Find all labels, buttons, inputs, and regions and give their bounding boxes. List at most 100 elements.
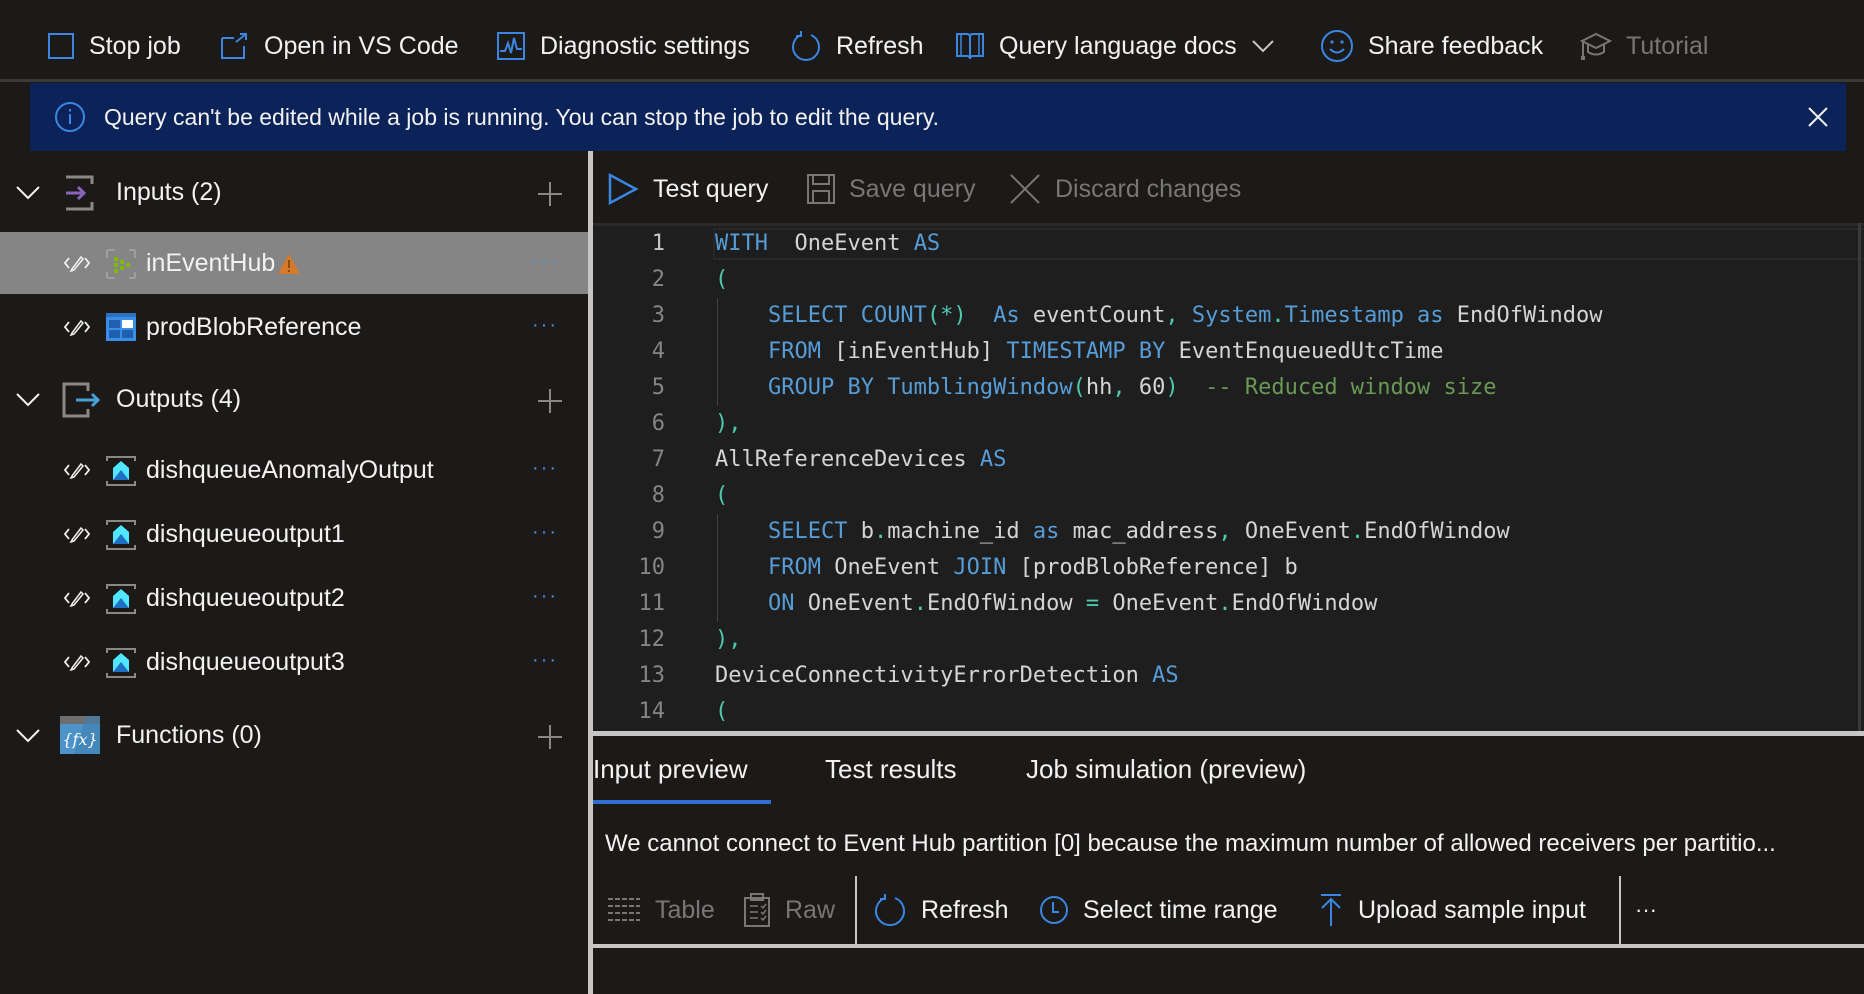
discard-x-icon <box>1010 174 1040 204</box>
more-options-button[interactable]: ··· <box>532 457 558 480</box>
input-name-text: inEventHub <box>146 249 276 277</box>
code-line[interactable]: 5 GROUP BY TumblingWindow(hh, 60) -- Red… <box>593 370 1864 406</box>
close-icon[interactable] <box>1804 103 1832 131</box>
code-text: AllReferenceDevices AS <box>715 447 1007 472</box>
save-query-button[interactable]: Save query <box>807 169 975 209</box>
more-options-button[interactable]: ··· <box>532 585 558 608</box>
code-line[interactable]: 1 WITH OneEvent AS <box>593 226 1864 262</box>
output-item[interactable]: dishqueueoutput1 ··· <box>0 503 588 565</box>
save-icon <box>807 174 835 204</box>
share-feedback-button[interactable]: Share feedback <box>1320 26 1543 66</box>
code-line[interactable]: 2( <box>593 262 1864 298</box>
chevron-down-icon[interactable] <box>14 179 42 207</box>
command-bar: Stop job Open in VS Code Diagnostic sett… <box>0 0 1864 82</box>
outputs-icon <box>62 382 101 418</box>
functions-group-header[interactable]: {fx} Functions (0) <box>0 708 588 764</box>
code-line[interactable]: 12), <box>593 622 1864 658</box>
stop-job-label: Stop job <box>89 31 181 60</box>
smiley-icon <box>1321 30 1353 62</box>
warning-icon[interactable] <box>277 253 301 275</box>
select-time-range-button[interactable]: Select time range <box>1039 890 1278 930</box>
code-text: ON OneEvent.EndOfWindow = OneEvent.EndOf… <box>767 591 1378 616</box>
line-number: 8 <box>651 483 665 508</box>
query-editor[interactable]: 1 WITH OneEvent AS 2(3 SELECT COUNT(*) As … <box>593 223 1864 731</box>
inputs-group-header[interactable]: Inputs (2) <box>0 165 588 221</box>
table-icon <box>608 898 640 921</box>
code-line[interactable]: 6), <box>593 406 1864 442</box>
tab-job-simulation[interactable]: Job simulation (preview) <box>1026 754 1306 785</box>
line-number: 4 <box>651 339 665 364</box>
code-line[interactable]: 13 DeviceConnectivityErrorDetection AS <box>593 658 1864 694</box>
upload-sample-input-button[interactable]: Upload sample input <box>1318 890 1586 930</box>
code-line[interactable]: 3 SELECT COUNT(*) As eventCount, System.… <box>593 298 1864 334</box>
book-icon <box>956 33 984 60</box>
results-tabs: Input preview Test results Job simulatio… <box>593 736 1864 806</box>
output-name: dishqueueoutput3 <box>146 648 345 676</box>
refresh-button[interactable]: Refresh <box>790 26 924 66</box>
upload-icon <box>1321 894 1341 926</box>
table-label: Table <box>655 895 715 924</box>
code-line[interactable]: 7 AllReferenceDevices AS <box>593 442 1864 478</box>
indent-guide <box>717 298 718 406</box>
code-line[interactable]: 8( <box>593 478 1864 514</box>
tab-test-results[interactable]: Test results <box>825 754 957 785</box>
diagnostic-settings-button[interactable]: Diagnostic settings <box>496 26 750 66</box>
add-input-icon[interactable] <box>537 181 563 207</box>
output-item[interactable]: dishqueueoutput2 ··· <box>0 567 588 629</box>
add-function-icon[interactable] <box>537 724 563 750</box>
test-query-button[interactable]: Test query <box>607 169 768 209</box>
refresh-preview-button[interactable]: Refresh <box>873 890 1009 930</box>
table-view-button[interactable]: Table <box>607 890 715 930</box>
code-line[interactable]: 11 ON OneEvent.EndOfWindow = OneEvent.En… <box>593 586 1864 622</box>
more-options-button[interactable]: ··· <box>532 250 558 273</box>
code-text: ( <box>715 483 729 508</box>
open-vscode-label: Open in VS Code <box>264 31 459 60</box>
more-options-button[interactable]: ··· <box>532 314 558 337</box>
more-options-button[interactable]: ··· <box>532 521 558 544</box>
code-line[interactable]: 10 FROM OneEvent JOIN [prodBlobReference… <box>593 550 1864 586</box>
input-item-prodblobreference[interactable]: prodBlobReference ··· <box>0 296 588 358</box>
outputs-group-header[interactable]: Outputs (4) <box>0 372 588 428</box>
share-feedback-label: Share feedback <box>1368 31 1544 60</box>
code-text: SELECT b.machine_id as mac_address, OneE… <box>767 519 1510 544</box>
output-item[interactable]: dishqueueAnomalyOutput ··· <box>0 439 588 501</box>
upload-sample-input-label: Upload sample input <box>1358 895 1586 924</box>
chevron-down-icon[interactable] <box>14 722 42 750</box>
open-vscode-button[interactable]: Open in VS Code <box>220 26 459 66</box>
discard-changes-button[interactable]: Discard changes <box>1009 169 1241 209</box>
output-item[interactable]: dishqueueoutput3 ··· <box>0 631 588 693</box>
add-output-icon[interactable] <box>537 388 563 414</box>
graduation-cap-icon <box>1580 32 1612 60</box>
line-number: 1 <box>651 231 665 256</box>
input-name: prodBlobReference <box>146 313 362 341</box>
tutorial-label: Tutorial <box>1626 31 1709 60</box>
tutorial-button[interactable]: Tutorial <box>1580 26 1708 66</box>
edit-code-icon <box>64 526 90 543</box>
diagnostics-chart-icon <box>497 32 525 60</box>
chevron-down-icon[interactable] <box>14 386 42 414</box>
blob-storage-icon <box>106 313 136 341</box>
code-line[interactable]: 14 ( <box>593 694 1864 730</box>
code-line[interactable]: 4 FROM [inEventHub] TIMESTAMP BY EventEn… <box>593 334 1864 370</box>
connection-error-message: We cannot connect to Event Hub partition… <box>605 830 1776 857</box>
clipboard-icon <box>744 893 770 927</box>
code-line[interactable]: 9 SELECT b.machine_id as mac_address, On… <box>593 514 1864 550</box>
raw-view-button[interactable]: Raw <box>743 890 835 930</box>
stop-job-button[interactable]: Stop job <box>47 26 181 66</box>
refresh-icon <box>792 31 820 61</box>
code-text: WITH OneEvent AS <box>715 231 941 256</box>
editor-scrollbar[interactable] <box>1858 223 1861 731</box>
line-number: 5 <box>651 375 665 400</box>
edit-code-icon <box>64 462 90 479</box>
more-actions-button[interactable]: ··· <box>1635 890 1657 930</box>
line-number: 2 <box>651 267 665 292</box>
input-item-ineventhub[interactable]: inEventHub ··· <box>0 232 588 294</box>
tab-input-preview[interactable]: Input preview <box>593 754 748 785</box>
edit-code-icon <box>64 654 90 671</box>
line-number: 12 <box>638 627 666 652</box>
banner-message: Query can't be edited while a job is run… <box>104 103 940 130</box>
edit-code-icon <box>64 319 90 336</box>
more-options-button[interactable]: ··· <box>532 649 558 672</box>
query-docs-button[interactable]: Query language docs <box>955 26 1275 66</box>
preview-splitter[interactable] <box>593 944 1864 948</box>
